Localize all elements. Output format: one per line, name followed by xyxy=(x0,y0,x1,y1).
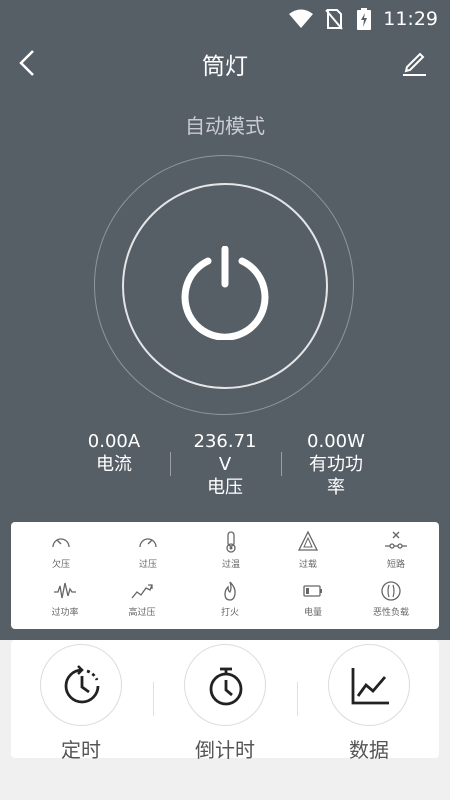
wifi-icon xyxy=(289,9,313,28)
trend-up-icon xyxy=(131,584,153,599)
short-circuit-icon xyxy=(385,531,407,549)
protection-arc[interactable]: 打火 xyxy=(187,580,273,618)
data-button[interactable]: 数据 xyxy=(314,640,424,763)
protection-overtemp[interactable]: 过温 xyxy=(188,530,274,570)
flame-icon xyxy=(224,581,236,601)
function-panel: 定时 倒计时 数据 xyxy=(11,640,439,762)
protection-malicious-load[interactable]: 恶性负载 xyxy=(348,580,434,618)
power-label: 有功功 xyxy=(309,454,363,475)
divider xyxy=(153,682,154,716)
page-title: 筒灯 xyxy=(202,54,248,80)
gauge-high-icon xyxy=(139,538,157,548)
protection-panel: 欠压 过压 过温 过载 短路 过功率 高过压 打火 电量 恶性负载 xyxy=(11,522,439,629)
countdown-circle[interactable] xyxy=(184,644,266,726)
battery-icon xyxy=(303,585,322,597)
status-time: 11:29 xyxy=(383,8,438,30)
timer-circle[interactable] xyxy=(40,644,122,726)
countdown-button[interactable]: 倒计时 xyxy=(170,640,280,763)
malicious-load-icon xyxy=(381,581,401,601)
power-value: 0.00W xyxy=(307,431,365,452)
voltage-reading: 236.71 V 电压 xyxy=(170,430,280,499)
readings-row: 0.00A 电流 236.71 V 电压 0.00W 有功功 率 xyxy=(0,430,450,505)
gauge-low-icon xyxy=(52,538,70,548)
no-sim-icon xyxy=(325,9,343,30)
timer-label: 定时 xyxy=(61,738,101,762)
current-label: 电流 xyxy=(96,454,132,475)
power-label-line2: 率 xyxy=(327,477,345,498)
power-wave-icon xyxy=(54,582,76,599)
line-chart-icon xyxy=(351,668,389,705)
overload-triangle-icon xyxy=(297,530,319,551)
thermometer-icon xyxy=(226,531,236,553)
protection-short-circuit[interactable]: 短路 xyxy=(353,530,439,570)
current-reading: 0.00A 电流 xyxy=(59,430,169,476)
mode-label: 自动模式 xyxy=(185,114,265,138)
timer-button[interactable]: 定时 xyxy=(26,640,136,763)
data-label: 数据 xyxy=(349,738,389,762)
voltage-value: 236.71 xyxy=(193,431,257,452)
voltage-unit: V xyxy=(218,454,232,475)
status-bar: 11:29 xyxy=(0,0,450,36)
protection-overload[interactable]: 过载 xyxy=(265,530,351,570)
power-reading: 0.00W 有功功 率 xyxy=(281,430,391,499)
app-bar: 筒灯 xyxy=(0,36,450,92)
protection-undervoltage[interactable]: 欠压 xyxy=(18,532,104,570)
protection-high-overvoltage[interactable]: 高过压 xyxy=(99,580,185,618)
power-icon xyxy=(181,246,269,340)
countdown-label: 倒计时 xyxy=(195,738,255,762)
battery-charging-icon xyxy=(357,8,371,30)
protection-energy[interactable]: 电量 xyxy=(270,580,356,618)
protection-overvoltage[interactable]: 过压 xyxy=(105,532,191,570)
protection-overpower[interactable]: 过功率 xyxy=(22,580,108,618)
current-value: 0.00A xyxy=(87,431,141,452)
stopwatch-icon xyxy=(209,667,243,706)
data-circle[interactable] xyxy=(328,644,410,726)
timer-icon xyxy=(64,665,100,704)
edit-pencil-icon[interactable] xyxy=(400,48,428,76)
divider xyxy=(297,682,298,716)
voltage-label: 电压 xyxy=(207,477,243,498)
